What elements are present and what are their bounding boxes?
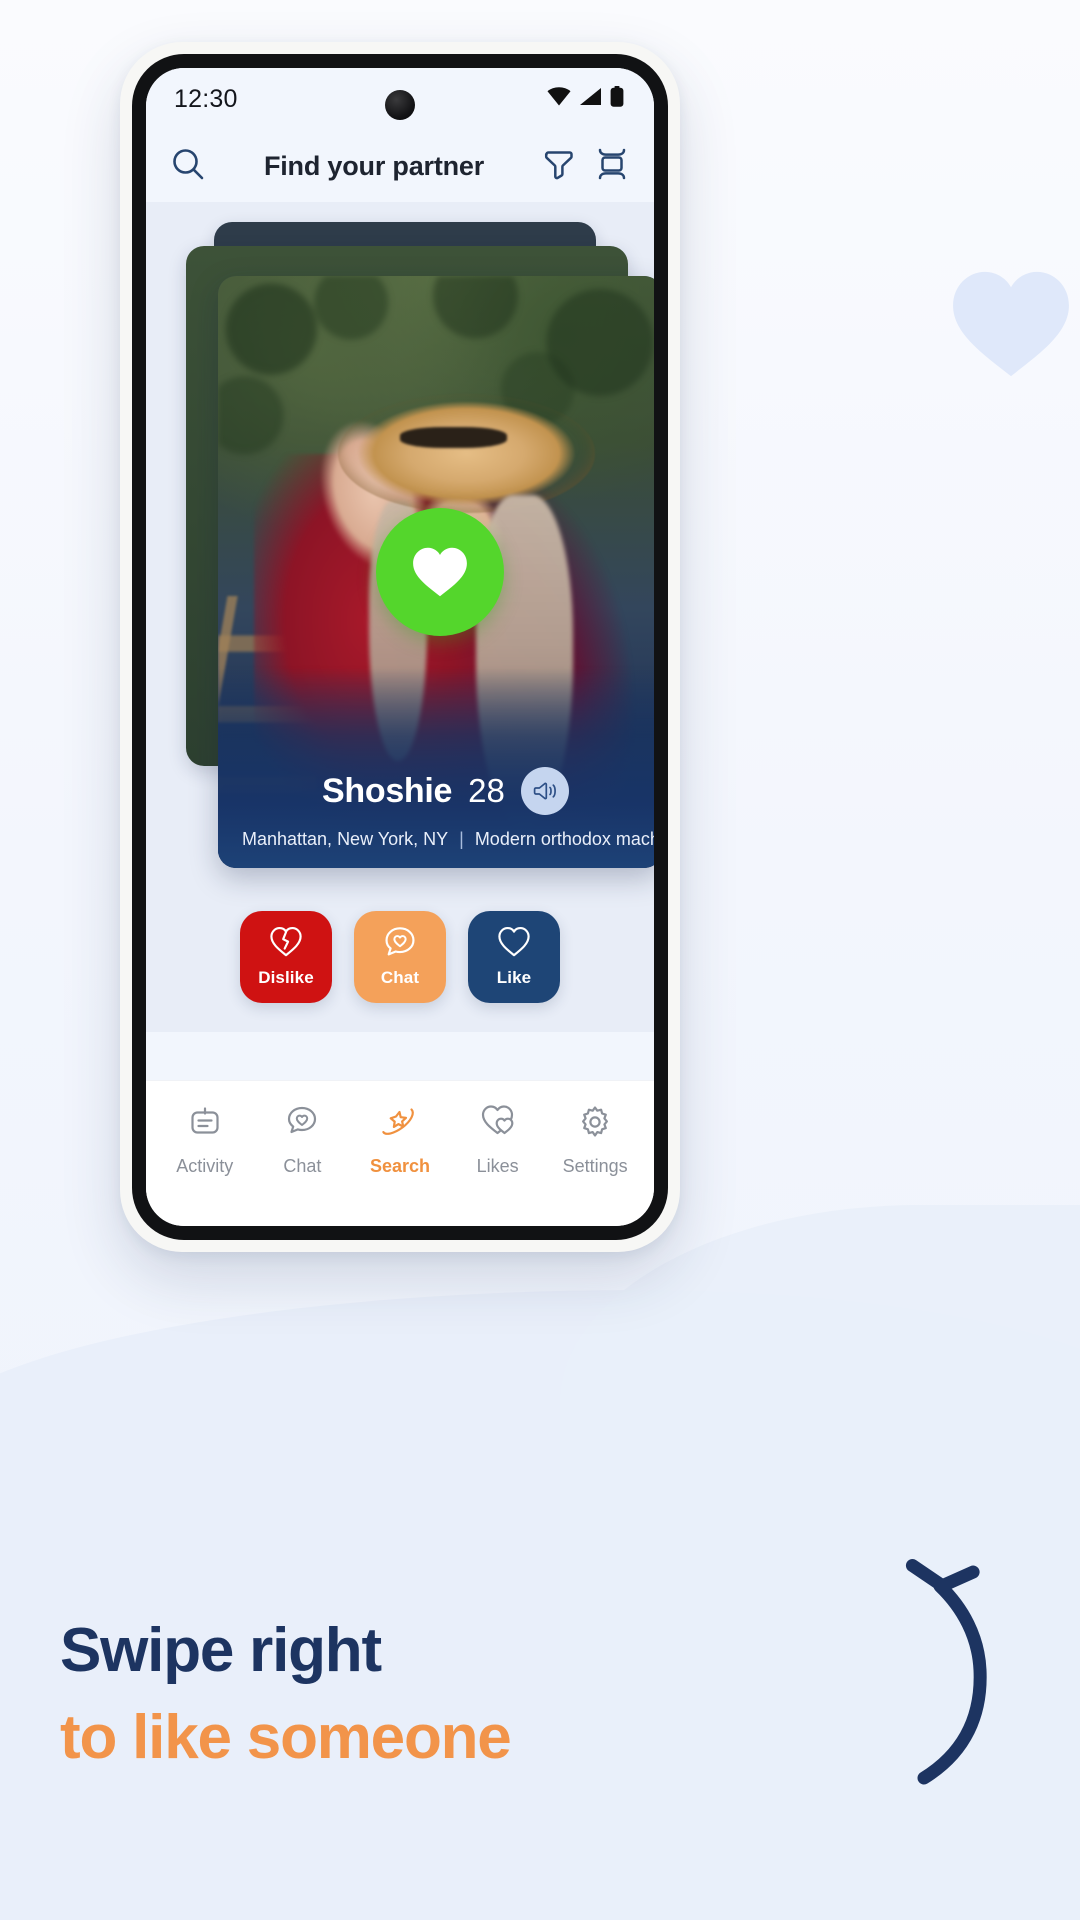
nav-item-settings[interactable]: Settings (548, 1103, 642, 1177)
speaker-icon[interactable] (520, 767, 569, 815)
profile-meta: Manhattan, New York, NY | Modern orthodo… (218, 829, 654, 850)
profile-religiosity: Modern orthodox machmir (474, 829, 654, 849)
like-button-label: Like (496, 968, 532, 987)
chat-button[interactable]: Chat (354, 911, 446, 1003)
status-bar-time: 12:30 (174, 84, 238, 113)
dislike-button[interactable]: Dislike (240, 911, 332, 1003)
app-header: Find your partner (146, 130, 654, 202)
profile-card-stack: Shoshie 28 Manhattan, New York, NY | Mod… (146, 202, 654, 882)
chat-button-label: Chat (380, 968, 420, 987)
card-stack-icon[interactable] (596, 147, 628, 186)
profile-name-row: Shoshie 28 (218, 767, 654, 829)
curved-up-arrow-icon (820, 1530, 1020, 1790)
page-title: Find your partner (263, 150, 485, 181)
nav-item-likes[interactable]: Likes (451, 1103, 545, 1177)
shooting-star-icon (380, 1103, 420, 1146)
nav-item-chat[interactable]: Chat (255, 1103, 349, 1177)
nav-label-chat: Chat (283, 1156, 322, 1176)
headline-line-primary: Swipe right (60, 1616, 382, 1685)
activity-note-icon (186, 1103, 224, 1146)
phone-screen: 12:30 Find your partner Shoshie 28 Manha… (146, 68, 654, 1226)
heart-outline-icon (497, 926, 531, 963)
dislike-button-label: Dislike (258, 968, 314, 987)
profile-name: Shoshie (322, 771, 453, 810)
nav-item-search[interactable]: Search (353, 1103, 447, 1177)
camera-punch-hole (385, 90, 415, 120)
promo-headline: Swipe right to like someone (60, 1616, 780, 1772)
meta-separator: | (459, 829, 464, 849)
headline-line-accent: to like someone (60, 1702, 512, 1772)
like-button[interactable]: Like (468, 911, 560, 1003)
battery-icon (610, 86, 624, 112)
heart-icon (948, 268, 1074, 380)
broken-heart-icon (269, 926, 303, 963)
profile-info-overlay: Shoshie 28 Manhattan, New York, NY | Mod… (218, 668, 654, 868)
nav-label-activity: Activity (176, 1156, 234, 1176)
swipe-like-indicator (376, 508, 504, 636)
status-bar-icons (547, 86, 624, 112)
heart-icon (413, 547, 467, 597)
chat-heart-icon (383, 926, 417, 963)
action-button-row: Dislike Chat Like (146, 882, 654, 1032)
nav-item-activity[interactable]: Activity (158, 1103, 252, 1177)
filter-funnel-icon[interactable] (542, 147, 576, 186)
gear-icon (576, 1103, 614, 1146)
nav-label-settings: Settings (562, 1156, 628, 1176)
profile-card[interactable]: Shoshie 28 Manhattan, New York, NY | Mod… (218, 276, 654, 868)
profile-age: 28 (468, 772, 505, 809)
wifi-icon (547, 87, 571, 111)
header-actions (542, 147, 628, 186)
chat-heart-icon (283, 1103, 321, 1146)
double-heart-icon (478, 1103, 518, 1146)
nav-label-search: Search (369, 1156, 430, 1176)
profile-location: Manhattan, New York, NY (242, 829, 449, 849)
status-bar: 12:30 (146, 68, 654, 130)
cellular-signal-icon (579, 87, 602, 111)
bottom-navigation: Activity Chat Search Likes Settings (146, 1080, 654, 1226)
search-icon[interactable] (170, 146, 206, 187)
phone-mockup: 12:30 Find your partner Shoshie 28 Manha… (120, 42, 680, 1252)
nav-label-likes: Likes (476, 1156, 519, 1176)
